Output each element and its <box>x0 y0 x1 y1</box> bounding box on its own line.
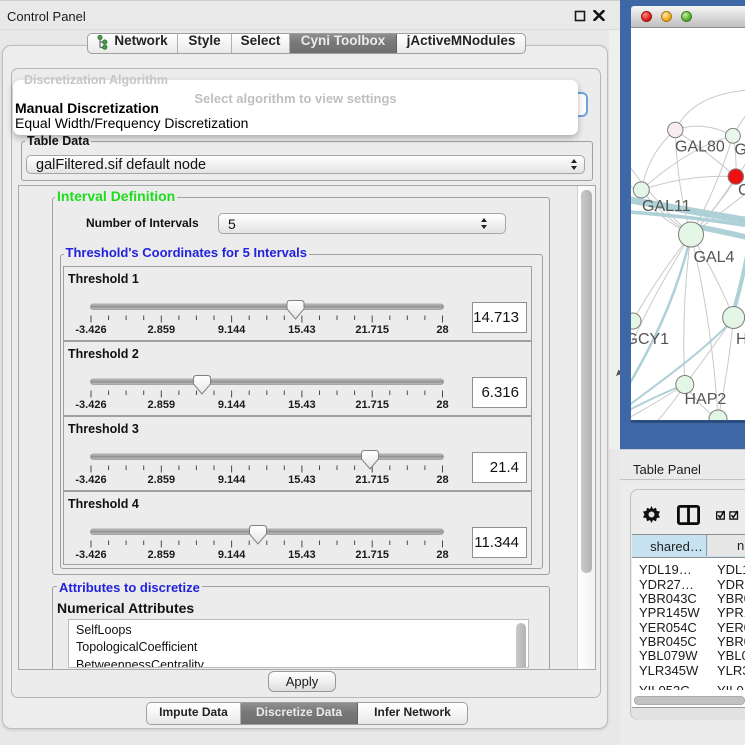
svg-text:GAL4: GAL4 <box>694 249 735 266</box>
svg-text:2.859: 2.859 <box>148 549 176 561</box>
svg-text:15.43: 15.43 <box>288 399 316 411</box>
svg-text:2.859: 2.859 <box>148 399 176 411</box>
svg-text:21.715: 21.715 <box>355 474 389 486</box>
svg-text:H: H <box>736 331 745 348</box>
svg-text:2.859: 2.859 <box>148 474 176 486</box>
svg-text:28: 28 <box>436 549 448 561</box>
svg-text:GCY1: GCY1 <box>631 331 669 348</box>
svg-text:GA: GA <box>735 142 745 159</box>
svg-text:9.144: 9.144 <box>218 549 246 561</box>
svg-text:-3.426: -3.426 <box>75 549 106 561</box>
svg-text:9.144: 9.144 <box>218 324 246 336</box>
svg-text:9.144: 9.144 <box>218 474 246 486</box>
svg-text:HAP2: HAP2 <box>685 391 727 408</box>
svg-text:28: 28 <box>436 474 448 486</box>
svg-text:9.144: 9.144 <box>218 399 246 411</box>
svg-text:C: C <box>738 182 745 199</box>
svg-text:28: 28 <box>436 399 448 411</box>
svg-text:21.715: 21.715 <box>355 549 389 561</box>
svg-text:GAL80: GAL80 <box>675 139 725 156</box>
svg-text:-3.426: -3.426 <box>75 324 106 336</box>
svg-text:21.715: 21.715 <box>355 399 389 411</box>
svg-text:GAL11: GAL11 <box>642 198 691 215</box>
svg-text:-3.426: -3.426 <box>75 474 106 486</box>
svg-text:15.43: 15.43 <box>288 549 316 561</box>
svg-text:15.43: 15.43 <box>288 474 316 486</box>
svg-text:-3.426: -3.426 <box>75 399 106 411</box>
svg-text:21.715: 21.715 <box>355 324 389 336</box>
svg-text:2.859: 2.859 <box>148 324 176 336</box>
svg-text:15.43: 15.43 <box>288 324 316 336</box>
svg-text:28: 28 <box>436 324 448 336</box>
